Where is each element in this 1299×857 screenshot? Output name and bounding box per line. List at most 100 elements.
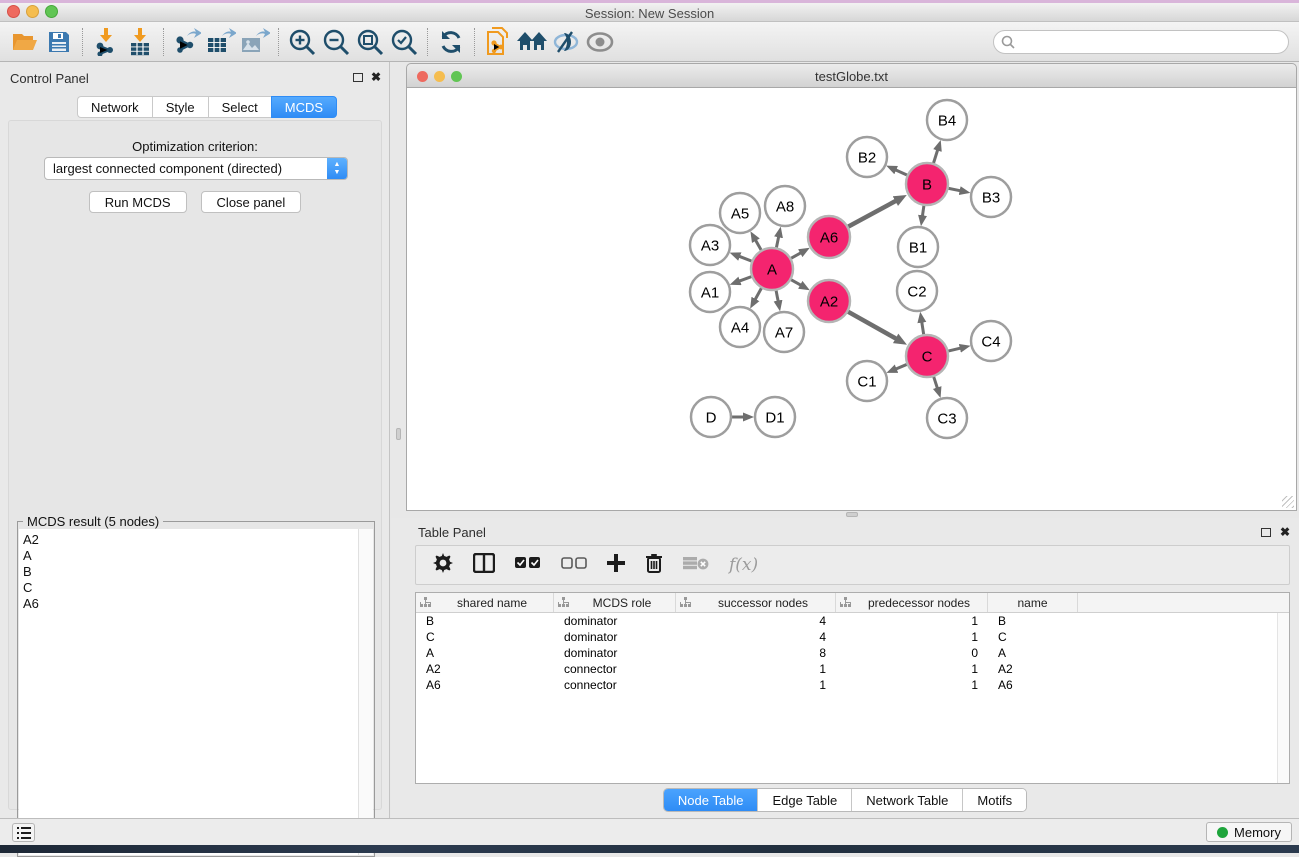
- graph-node-label: B: [922, 177, 932, 194]
- graph-node-label: A8: [776, 199, 794, 216]
- run-mcds-button[interactable]: Run MCDS: [89, 191, 187, 213]
- zoom-selected-icon[interactable]: [387, 27, 421, 57]
- export-image-icon[interactable]: [238, 27, 272, 57]
- graph-node-B4[interactable]: B4: [927, 100, 967, 140]
- column-header-MCDS-role[interactable]: MCDS role: [554, 593, 676, 612]
- memory-button[interactable]: Memory: [1206, 822, 1292, 842]
- cell-successor-nodes: 4: [676, 630, 836, 644]
- result-item[interactable]: A: [23, 548, 359, 564]
- graph-edge-A6-B[interactable]: [846, 201, 897, 228]
- result-scrollbar[interactable]: [358, 529, 373, 855]
- show-graphics-icon[interactable]: [583, 27, 617, 57]
- column-header-shared-name[interactable]: shared name: [416, 593, 554, 612]
- horizontal-splitter-grip[interactable]: [846, 512, 858, 517]
- close-panel-button[interactable]: Close panel: [201, 191, 302, 213]
- tab-node-table[interactable]: Node Table: [664, 789, 759, 811]
- cell-MCDS-role: connector: [554, 678, 676, 692]
- mcds-result-title: MCDS result (5 nodes): [23, 514, 163, 529]
- select-all-icon[interactable]: [515, 556, 541, 574]
- open-session-icon[interactable]: [8, 27, 42, 57]
- graph-node-B1[interactable]: B1: [898, 227, 938, 267]
- graph-node-label: C: [922, 349, 933, 366]
- mcds-result-list[interactable]: A2ABCA6: [19, 529, 359, 855]
- float-panel-icon[interactable]: [353, 73, 363, 82]
- table-row[interactable]: Adominator80A: [416, 645, 1289, 661]
- graph-node-B3[interactable]: B3: [971, 177, 1011, 217]
- add-column-icon[interactable]: [607, 554, 625, 577]
- graph-node-A8[interactable]: A8: [765, 186, 805, 226]
- search-input[interactable]: [993, 30, 1289, 54]
- graph-node-C1[interactable]: C1: [847, 361, 887, 401]
- result-item[interactable]: A2: [23, 532, 359, 548]
- graph-node-A5[interactable]: A5: [720, 193, 760, 233]
- delete-icon[interactable]: [645, 553, 663, 578]
- memory-label: Memory: [1234, 825, 1281, 840]
- zoom-in-icon[interactable]: [285, 27, 319, 57]
- table-scrollbar[interactable]: [1277, 613, 1289, 783]
- column-header-name[interactable]: name: [988, 593, 1078, 612]
- graph-node-C[interactable]: C: [906, 335, 948, 377]
- export-table-icon[interactable]: [204, 27, 238, 57]
- graph-node-B2[interactable]: B2: [847, 137, 887, 177]
- column-header-successor-nodes[interactable]: successor nodes: [676, 593, 836, 612]
- task-history-button[interactable]: [12, 823, 35, 842]
- cell-predecessor-nodes: 1: [836, 678, 988, 692]
- tab-style[interactable]: Style: [152, 96, 208, 118]
- import-network-icon[interactable]: [89, 27, 123, 57]
- network-window-titlebar[interactable]: testGlobe.txt: [406, 63, 1297, 88]
- node-table[interactable]: shared nameMCDS rolesuccessor nodesprede…: [415, 592, 1290, 784]
- graph-node-A7[interactable]: A7: [764, 312, 804, 352]
- network-canvas[interactable]: B4 B2 B B3 A8 A5 A6 A3 B1 A A1 C2 A2 A4A7 C4 C C1 C3 D D1: [406, 88, 1297, 511]
- cell-shared-name: C: [416, 630, 554, 644]
- tab-network[interactable]: Network: [77, 96, 152, 118]
- graph-node-A6[interactable]: A6: [808, 216, 850, 258]
- home-icon[interactable]: [515, 27, 549, 57]
- resize-grip-icon[interactable]: [1282, 496, 1294, 508]
- table-toolbar: f(x): [415, 545, 1290, 585]
- tab-edge-table[interactable]: Edge Table: [758, 789, 852, 811]
- import-table-icon[interactable]: [123, 27, 157, 57]
- main-toolbar: [0, 22, 1299, 62]
- result-item[interactable]: B: [23, 564, 359, 580]
- graph-node-A[interactable]: A: [751, 248, 793, 290]
- result-item[interactable]: A6: [23, 596, 359, 612]
- split-columns-icon[interactable]: [473, 553, 495, 578]
- graph-edge-A2-C[interactable]: [846, 310, 897, 339]
- hide-graphics-icon[interactable]: [549, 27, 583, 57]
- table-row[interactable]: Cdominator41C: [416, 629, 1289, 645]
- new-network-from-file-icon[interactable]: [481, 27, 515, 57]
- save-session-icon[interactable]: [42, 27, 76, 57]
- gear-icon[interactable]: [433, 553, 453, 578]
- tab-select[interactable]: Select: [208, 96, 271, 118]
- graph-node-C4[interactable]: C4: [971, 321, 1011, 361]
- graph-node-C2[interactable]: C2: [897, 271, 937, 311]
- column-header-predecessor-nodes[interactable]: predecessor nodes: [836, 593, 988, 612]
- float-table-panel-icon[interactable]: [1261, 528, 1271, 537]
- tab-motifs[interactable]: Motifs: [963, 789, 1026, 811]
- tab-network-table[interactable]: Network Table: [852, 789, 963, 811]
- graph-node-A3[interactable]: A3: [690, 225, 730, 265]
- graph-node-B[interactable]: B: [906, 163, 948, 205]
- graph-node-A1[interactable]: A1: [690, 272, 730, 312]
- table-row[interactable]: A6connector11A6: [416, 677, 1289, 693]
- graph-node-D[interactable]: D: [691, 397, 731, 437]
- close-panel-icon[interactable]: ✖: [371, 71, 381, 83]
- close-table-panel-icon[interactable]: ✖: [1280, 526, 1290, 538]
- refresh-icon[interactable]: [434, 27, 468, 57]
- graph-node-C3[interactable]: C3: [927, 398, 967, 438]
- graph-node-A2[interactable]: A2: [808, 280, 850, 322]
- tab-mcds[interactable]: MCDS: [271, 96, 337, 118]
- graph-node-D1[interactable]: D1: [755, 397, 795, 437]
- zoom-out-icon[interactable]: [319, 27, 353, 57]
- result-item[interactable]: C: [23, 580, 359, 596]
- zoom-fit-icon[interactable]: [353, 27, 387, 57]
- vertical-splitter-grip[interactable]: [396, 428, 401, 440]
- graph-node-A4[interactable]: A4: [720, 307, 760, 347]
- cell-shared-name: B: [416, 614, 554, 628]
- optimization-criterion-select[interactable]: largest connected component (directed) ▲…: [44, 157, 348, 180]
- table-row[interactable]: A2connector11A2: [416, 661, 1289, 677]
- list-icon: [17, 827, 31, 839]
- table-row[interactable]: Bdominator41B: [416, 613, 1289, 629]
- deselect-all-icon[interactable]: [561, 556, 587, 574]
- export-network-icon[interactable]: [170, 27, 204, 57]
